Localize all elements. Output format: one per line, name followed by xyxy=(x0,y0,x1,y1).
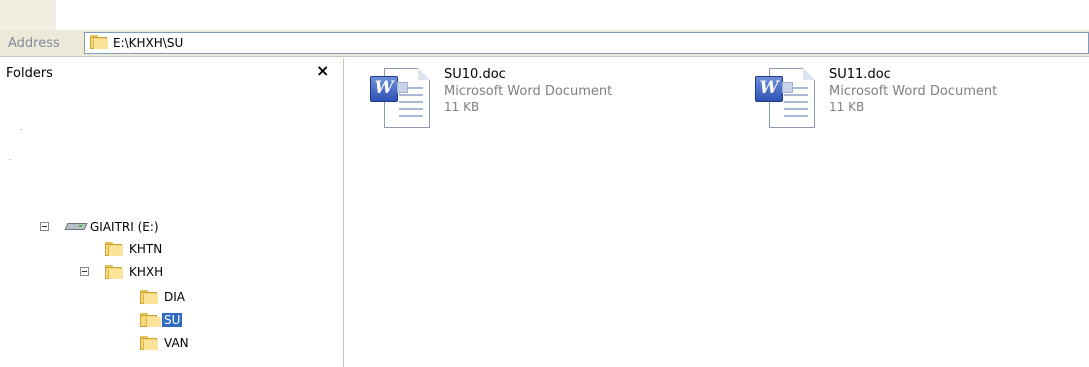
address-path[interactable]: E:\KHXH\SU xyxy=(113,36,183,50)
toolbar-strip xyxy=(0,0,56,30)
word-document-icon: W xyxy=(755,66,817,130)
tree-node-khtn[interactable]: KHTN xyxy=(105,239,225,259)
folder-icon xyxy=(105,265,123,279)
address-bar: Address E:\KHXH\SU xyxy=(0,30,1089,57)
file-list-pane: W SU10.doc Microsoft Word Document 11 KB… xyxy=(344,58,1089,367)
folder-open-icon xyxy=(140,313,161,327)
folder-icon xyxy=(105,242,123,256)
file-item[interactable]: W SU10.doc Microsoft Word Document 11 KB xyxy=(370,66,690,136)
drive-icon xyxy=(64,221,88,231)
file-type: Microsoft Word Document xyxy=(444,84,613,99)
folders-pane: Folders × GIAITRI (E:) KHTN KHXH DIA SU … xyxy=(0,58,344,367)
tree-node-su[interactable]: SU xyxy=(140,310,240,330)
file-size: 11 KB xyxy=(829,100,865,114)
folder-icon xyxy=(140,290,158,304)
address-label: Address xyxy=(8,36,60,51)
file-name: SU10.doc xyxy=(444,67,506,82)
tree-label-drive[interactable]: GIAITRI (E:) xyxy=(90,220,159,234)
file-type: Microsoft Word Document xyxy=(829,84,998,99)
folder-icon xyxy=(140,336,158,350)
tree-label-su[interactable]: SU xyxy=(162,313,183,327)
folder-icon xyxy=(90,35,108,51)
tree-node-drive[interactable]: GIAITRI (E:) xyxy=(40,217,240,237)
file-name: SU11.doc xyxy=(829,67,891,82)
tree-guide-dot xyxy=(20,129,22,130)
tree-label-khtn[interactable]: KHTN xyxy=(129,242,162,256)
collapse-toggle-drive[interactable] xyxy=(40,222,49,231)
file-item[interactable]: W SU11.doc Microsoft Word Document 11 KB xyxy=(755,66,1075,136)
tree-node-khxh[interactable]: KHXH xyxy=(80,262,220,282)
tree-node-van[interactable]: VAN xyxy=(140,333,240,353)
tree-label-van[interactable]: VAN xyxy=(164,336,189,350)
tree-node-dia[interactable]: DIA xyxy=(140,287,240,307)
collapse-toggle-khxh[interactable] xyxy=(80,267,89,276)
address-field[interactable]: E:\KHXH\SU xyxy=(84,32,1089,54)
word-document-icon: W xyxy=(370,66,432,130)
file-size: 11 KB xyxy=(444,100,480,114)
tree-label-dia[interactable]: DIA xyxy=(164,290,185,304)
folders-pane-title: Folders xyxy=(6,66,53,81)
tree-guide-dot xyxy=(9,159,11,160)
tree-label-khxh[interactable]: KHXH xyxy=(129,265,163,279)
close-folders-button[interactable]: × xyxy=(316,61,329,80)
